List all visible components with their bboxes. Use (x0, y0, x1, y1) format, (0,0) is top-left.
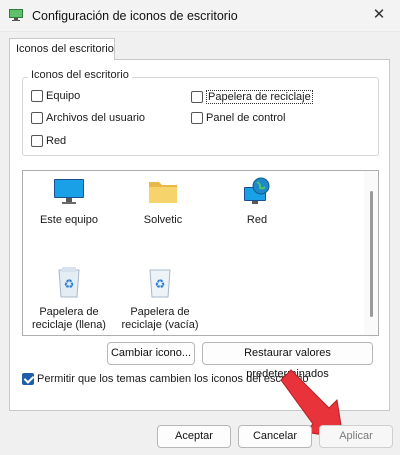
checkbox-papelera[interactable]: Papelera de reciclaje (191, 90, 313, 104)
checkbox-label: Equipo (46, 90, 81, 102)
item-label: Papelera de reciclaje (llena) (32, 306, 106, 331)
item-label: Este equipo (39, 214, 99, 226)
recycle-bin-full-icon: ♻ (58, 267, 80, 298)
item-label: Red (246, 214, 268, 226)
item-label: Solvetic (143, 214, 183, 226)
close-button[interactable]: ✕ (368, 4, 390, 26)
checkbox-label: Archivos del usuario (46, 112, 146, 124)
checkbox-box[interactable] (191, 112, 203, 124)
list-item-solvetic[interactable]: Solvetic (123, 177, 203, 227)
checkbox-box[interactable] (31, 90, 43, 102)
checkbox-red[interactable]: Red (31, 135, 66, 147)
cancel-button[interactable]: Cancelar (238, 425, 312, 448)
checkbox-label: Red (46, 135, 67, 147)
checkbox-archivos-usuario[interactable]: Archivos del usuario (31, 112, 145, 124)
tab-desktop-icons[interactable]: Iconos del escritorio (9, 38, 115, 60)
checkbox-label: Papelera de reciclaje (206, 90, 313, 104)
scrollbar-thumb[interactable] (370, 191, 373, 317)
group-title: Iconos del escritorio (28, 69, 132, 81)
folder-icon (149, 182, 177, 203)
ok-button[interactable]: Aceptar (157, 425, 231, 448)
title-bar: Configuración de iconos de escritorio ✕ (0, 0, 400, 32)
checkbox-box[interactable] (191, 91, 203, 103)
recycle-bin-empty-icon: ♻ (149, 269, 171, 298)
list-item-papelera-vacia[interactable]: ♻ Papelera de reciclaje (vacía) (120, 265, 200, 332)
list-item-este-equipo[interactable]: Este equipo (29, 177, 109, 227)
window-title: Configuración de iconos de escritorio (32, 9, 238, 23)
checkbox-equipo[interactable]: Equipo (31, 90, 80, 102)
scrollbar[interactable] (364, 171, 378, 335)
checkbox-label: Permitir que los temas cambien los icono… (37, 373, 309, 385)
checkbox-box[interactable] (22, 373, 34, 385)
checkbox-box[interactable] (31, 112, 43, 124)
checkbox-box[interactable] (31, 135, 43, 147)
display-settings-icon (9, 9, 23, 21)
apply-button[interactable]: Aplicar (319, 425, 393, 448)
restore-defaults-button[interactable]: Restaurar valores predeterminados (202, 342, 373, 380)
checkbox-allow-themes[interactable]: Permitir que los temas cambien los icono… (22, 373, 308, 385)
svg-text:♻: ♻ (155, 277, 166, 291)
monitor-icon (54, 179, 84, 204)
icon-list[interactable]: Este equipo Solvetic Red ♻ Papelera de r… (22, 170, 379, 336)
checkbox-panel-control[interactable]: Panel de control (191, 112, 286, 124)
item-label: Papelera de reciclaje (vacía) (121, 306, 199, 331)
list-item-red[interactable]: Red (217, 177, 297, 227)
list-item-papelera-llena[interactable]: ♻ Papelera de reciclaje (llena) (29, 265, 109, 332)
svg-text:♻: ♻ (64, 277, 75, 291)
change-icon-button[interactable]: Cambiar icono... (107, 342, 195, 365)
checkbox-label: Panel de control (206, 112, 286, 124)
network-icon (244, 177, 270, 204)
